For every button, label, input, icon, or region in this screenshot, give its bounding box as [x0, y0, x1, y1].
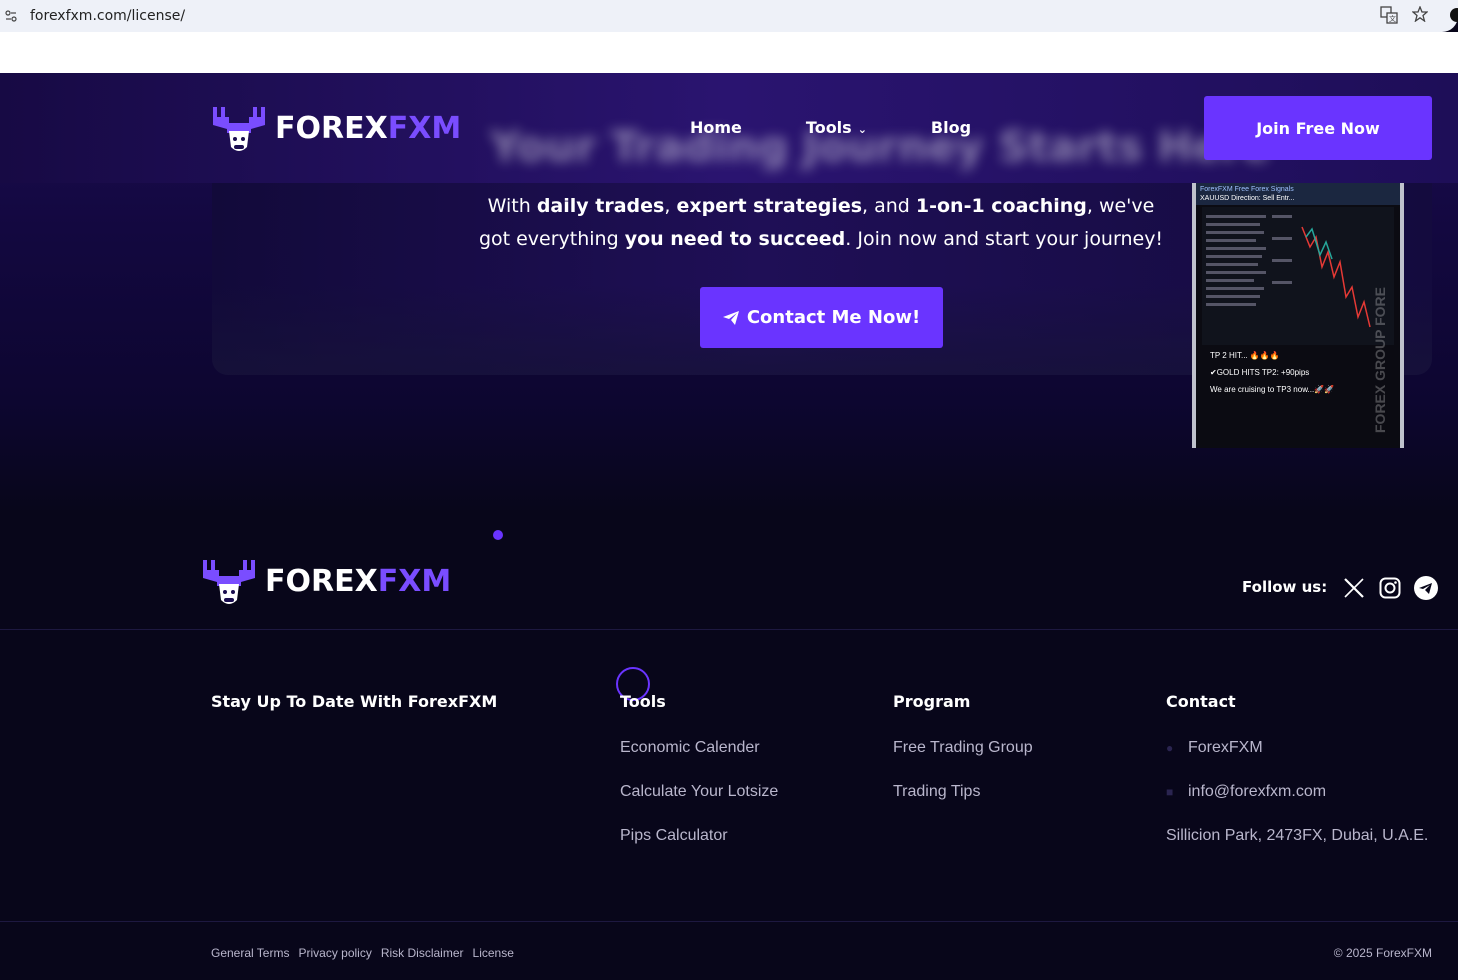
header-logo[interactable]: FOREXFXM: [211, 103, 461, 153]
footer-link-free-trading-group[interactable]: Free Trading Group: [893, 738, 1033, 782]
legal-links: General Terms Privacy policy Risk Discla…: [211, 946, 514, 960]
svg-text:文: 文: [1389, 14, 1396, 23]
nav-blog[interactable]: Blog: [931, 118, 971, 137]
legal-general-terms[interactable]: General Terms: [211, 946, 289, 960]
contact-name[interactable]: ● ForexFXM: [1166, 738, 1428, 782]
phone-mockup: ForexFXM Free Forex Signals XAUUSD Direc…: [1192, 183, 1404, 448]
legal-privacy-policy[interactable]: Privacy policy: [298, 946, 371, 960]
phone-message-2: ✔GOLD HITS TP2: +90pips: [1210, 368, 1310, 377]
footer-divider-top: [0, 629, 1458, 630]
page-top-strip: [0, 32, 1458, 73]
phone-header: ForexFXM Free Forex Signals XAUUSD Direc…: [1196, 183, 1400, 205]
footer-column-program: Program Free Trading Group Trading Tips: [893, 692, 1033, 826]
contact-email[interactable]: ■ info@forexfxm.com: [1166, 782, 1428, 826]
x-twitter-icon[interactable]: [1342, 576, 1366, 600]
footer-link-lotsize[interactable]: Calculate Your Lotsize: [620, 782, 778, 826]
url-text[interactable]: forexfxm.com/license/: [30, 8, 185, 24]
trading-chart-image: [1202, 207, 1394, 345]
contact-address: Sillicion Park, 2473FX, Dubai, U.A.E.: [1166, 827, 1429, 844]
browser-address-bar[interactable]: forexfxm.com/license/ 文: [0, 0, 1458, 32]
brand-wordmark: FOREXFXM: [265, 563, 452, 599]
main-nav: Home Tools ⌄ Blog: [690, 118, 971, 137]
phone-message-3: We are cruising to TP3 now...🚀🚀: [1210, 385, 1335, 394]
legal-risk-disclaimer[interactable]: Risk Disclaimer: [381, 946, 464, 960]
profile-avatar[interactable]: [1450, 8, 1458, 22]
brand-wordmark: FOREXFXM: [275, 110, 462, 146]
footer-column-contact: Contact ● ForexFXM ■ info@forexfxm.com Sil…: [1166, 692, 1428, 870]
bookmark-star-icon[interactable]: [1411, 5, 1429, 29]
follow-us-label: Follow us:: [1242, 578, 1328, 596]
social-links: [1342, 576, 1438, 600]
moose-logo-icon: [203, 560, 255, 604]
footer-link-economic-calender[interactable]: Economic Calender: [620, 738, 778, 782]
footer-column-tools: Tools Economic Calender Calculate Your L…: [620, 692, 778, 870]
legal-license[interactable]: License: [473, 946, 514, 960]
stay-heading: Stay Up To Date With ForexFXM: [211, 692, 498, 711]
phone-message-1: TP 2 HIT... 🔥🔥🔥: [1210, 351, 1280, 360]
nav-tools[interactable]: Tools ⌄: [806, 118, 867, 137]
contact-heading: Contact: [1166, 692, 1236, 711]
footer-column-stay: Stay Up To Date With ForexFXM: [211, 692, 497, 714]
instagram-icon[interactable]: [1378, 576, 1402, 600]
join-free-button[interactable]: Join Free Now: [1204, 96, 1432, 160]
translate-icon[interactable]: 文: [1380, 6, 1398, 29]
copyright-text: © 2025 ForexFXM: [1333, 946, 1432, 960]
hero-description: With daily trades, expert strategies, an…: [478, 195, 1164, 250]
carousel-dot[interactable]: [493, 530, 503, 540]
telegram-plane-icon: [722, 310, 739, 325]
program-heading: Program: [893, 692, 971, 711]
chevron-down-icon: ⌄: [857, 123, 867, 136]
footer-logo[interactable]: FOREXFXM: [201, 556, 451, 606]
moose-logo-icon: [213, 107, 265, 151]
footer-link-pips-calculator[interactable]: Pips Calculator: [620, 826, 778, 870]
tools-heading: Tools: [620, 692, 666, 711]
phone-watermark-text: FOREX GROUP FORE: [1372, 287, 1388, 433]
mail-icon: ■: [1166, 785, 1174, 799]
contact-me-button[interactable]: Contact Me Now!: [700, 287, 943, 348]
footer-divider-bottom: [0, 921, 1458, 922]
nav-home[interactable]: Home: [690, 118, 742, 137]
footer-link-trading-tips[interactable]: Trading Tips: [893, 782, 1033, 826]
telegram-icon[interactable]: [1414, 576, 1438, 600]
site-settings-icon[interactable]: [5, 9, 19, 23]
user-icon: ●: [1166, 741, 1174, 755]
